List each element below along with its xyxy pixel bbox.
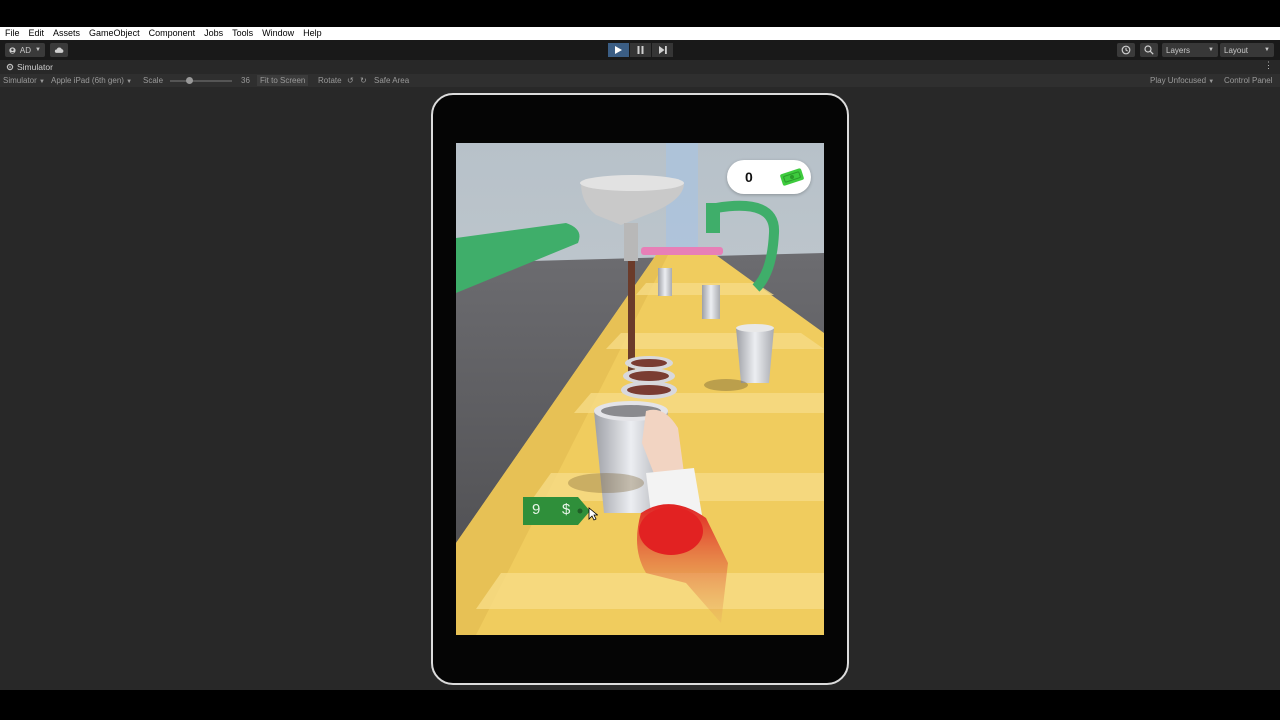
step-icon	[658, 46, 667, 54]
fit-to-screen-button[interactable]: Fit to Screen	[257, 75, 309, 86]
chevron-down-icon: ▼	[1208, 47, 1214, 53]
chevron-down-icon: ▼	[126, 79, 133, 85]
cash-icon	[780, 168, 804, 186]
menu-edit[interactable]: Edit	[29, 27, 45, 40]
step-button[interactable]	[652, 43, 673, 57]
menu-help[interactable]: Help	[303, 27, 322, 40]
account-dropdown[interactable]: AD ▼	[5, 43, 45, 57]
scale-value: 36	[241, 76, 250, 85]
safe-area-toggle[interactable]: Safe Area	[374, 74, 409, 87]
menu-tools[interactable]: Tools	[232, 27, 253, 40]
control-panel-button[interactable]: Control Panel	[1224, 74, 1272, 87]
status-bar	[0, 690, 1280, 720]
mode-label: Simulator	[3, 76, 37, 85]
playmode-controls	[608, 43, 674, 57]
search-button[interactable]	[1140, 43, 1158, 57]
mouse-cursor-icon	[588, 507, 598, 521]
layers-label: Layers	[1166, 45, 1191, 55]
game-scene	[456, 143, 824, 635]
history-icon	[1121, 45, 1131, 55]
menu-jobs[interactable]: Jobs	[204, 27, 223, 40]
chevron-down-icon: ▼	[1264, 47, 1270, 53]
chevron-down-icon: ▼	[35, 47, 41, 53]
menu-assets[interactable]: Assets	[53, 27, 80, 40]
pause-icon	[637, 46, 644, 54]
more-options-icon[interactable]: ⋮	[1264, 60, 1273, 71]
gear-icon	[6, 63, 14, 71]
scale-slider[interactable]	[170, 80, 232, 82]
menu-window[interactable]: Window	[262, 27, 294, 40]
tab-title: Simulator	[17, 62, 53, 72]
layers-dropdown[interactable]: Layers ▼	[1162, 43, 1218, 57]
menu-file[interactable]: File	[5, 27, 20, 40]
rotate-label: Rotate	[318, 76, 342, 85]
scale-slider-thumb[interactable]	[186, 77, 193, 84]
cloud-icon	[54, 47, 64, 53]
cloud-button[interactable]	[50, 43, 68, 57]
menu-gameobject[interactable]: GameObject	[89, 27, 140, 40]
play-icon	[615, 46, 622, 54]
rotate-left-icon[interactable]: ↺	[347, 74, 354, 87]
history-button[interactable]	[1117, 43, 1135, 57]
price-value: 9	[532, 501, 541, 518]
rotate-right-icon[interactable]: ↻	[360, 74, 367, 87]
main-toolbar: AD ▼ Layers ▼ Layout ▼	[0, 40, 1280, 60]
layout-label: Layout	[1224, 45, 1249, 55]
price-currency: $	[562, 501, 571, 518]
game-screen[interactable]	[456, 143, 824, 635]
money-counter: 0	[727, 160, 811, 194]
scale-label: Scale	[143, 76, 164, 85]
chevron-down-icon: ▼	[39, 79, 45, 85]
window-tab-bar: Simulator ⋮	[0, 60, 1280, 74]
play-button[interactable]	[608, 43, 629, 57]
simulator-toolbar: Simulator ▼ Apple iPad (6th gen) ▼ Scale…	[0, 74, 1280, 87]
menu-component[interactable]: Component	[149, 27, 196, 40]
tab-simulator[interactable]: Simulator	[6, 62, 53, 72]
search-icon	[1144, 45, 1154, 55]
money-count: 0	[745, 169, 753, 185]
play-focus-label: Play Unfocused	[1150, 76, 1207, 85]
account-label: AD	[19, 45, 32, 55]
account-icon	[9, 46, 16, 54]
pause-button[interactable]	[630, 43, 651, 57]
chevron-down-icon: ▼	[1208, 79, 1215, 85]
menu-bar: File Edit Assets GameObject Component Jo…	[0, 27, 1280, 40]
device-label: Apple iPad (6th gen)	[51, 76, 124, 85]
price-tag: 9 $	[522, 495, 592, 532]
layout-dropdown[interactable]: Layout ▼	[1220, 43, 1274, 57]
